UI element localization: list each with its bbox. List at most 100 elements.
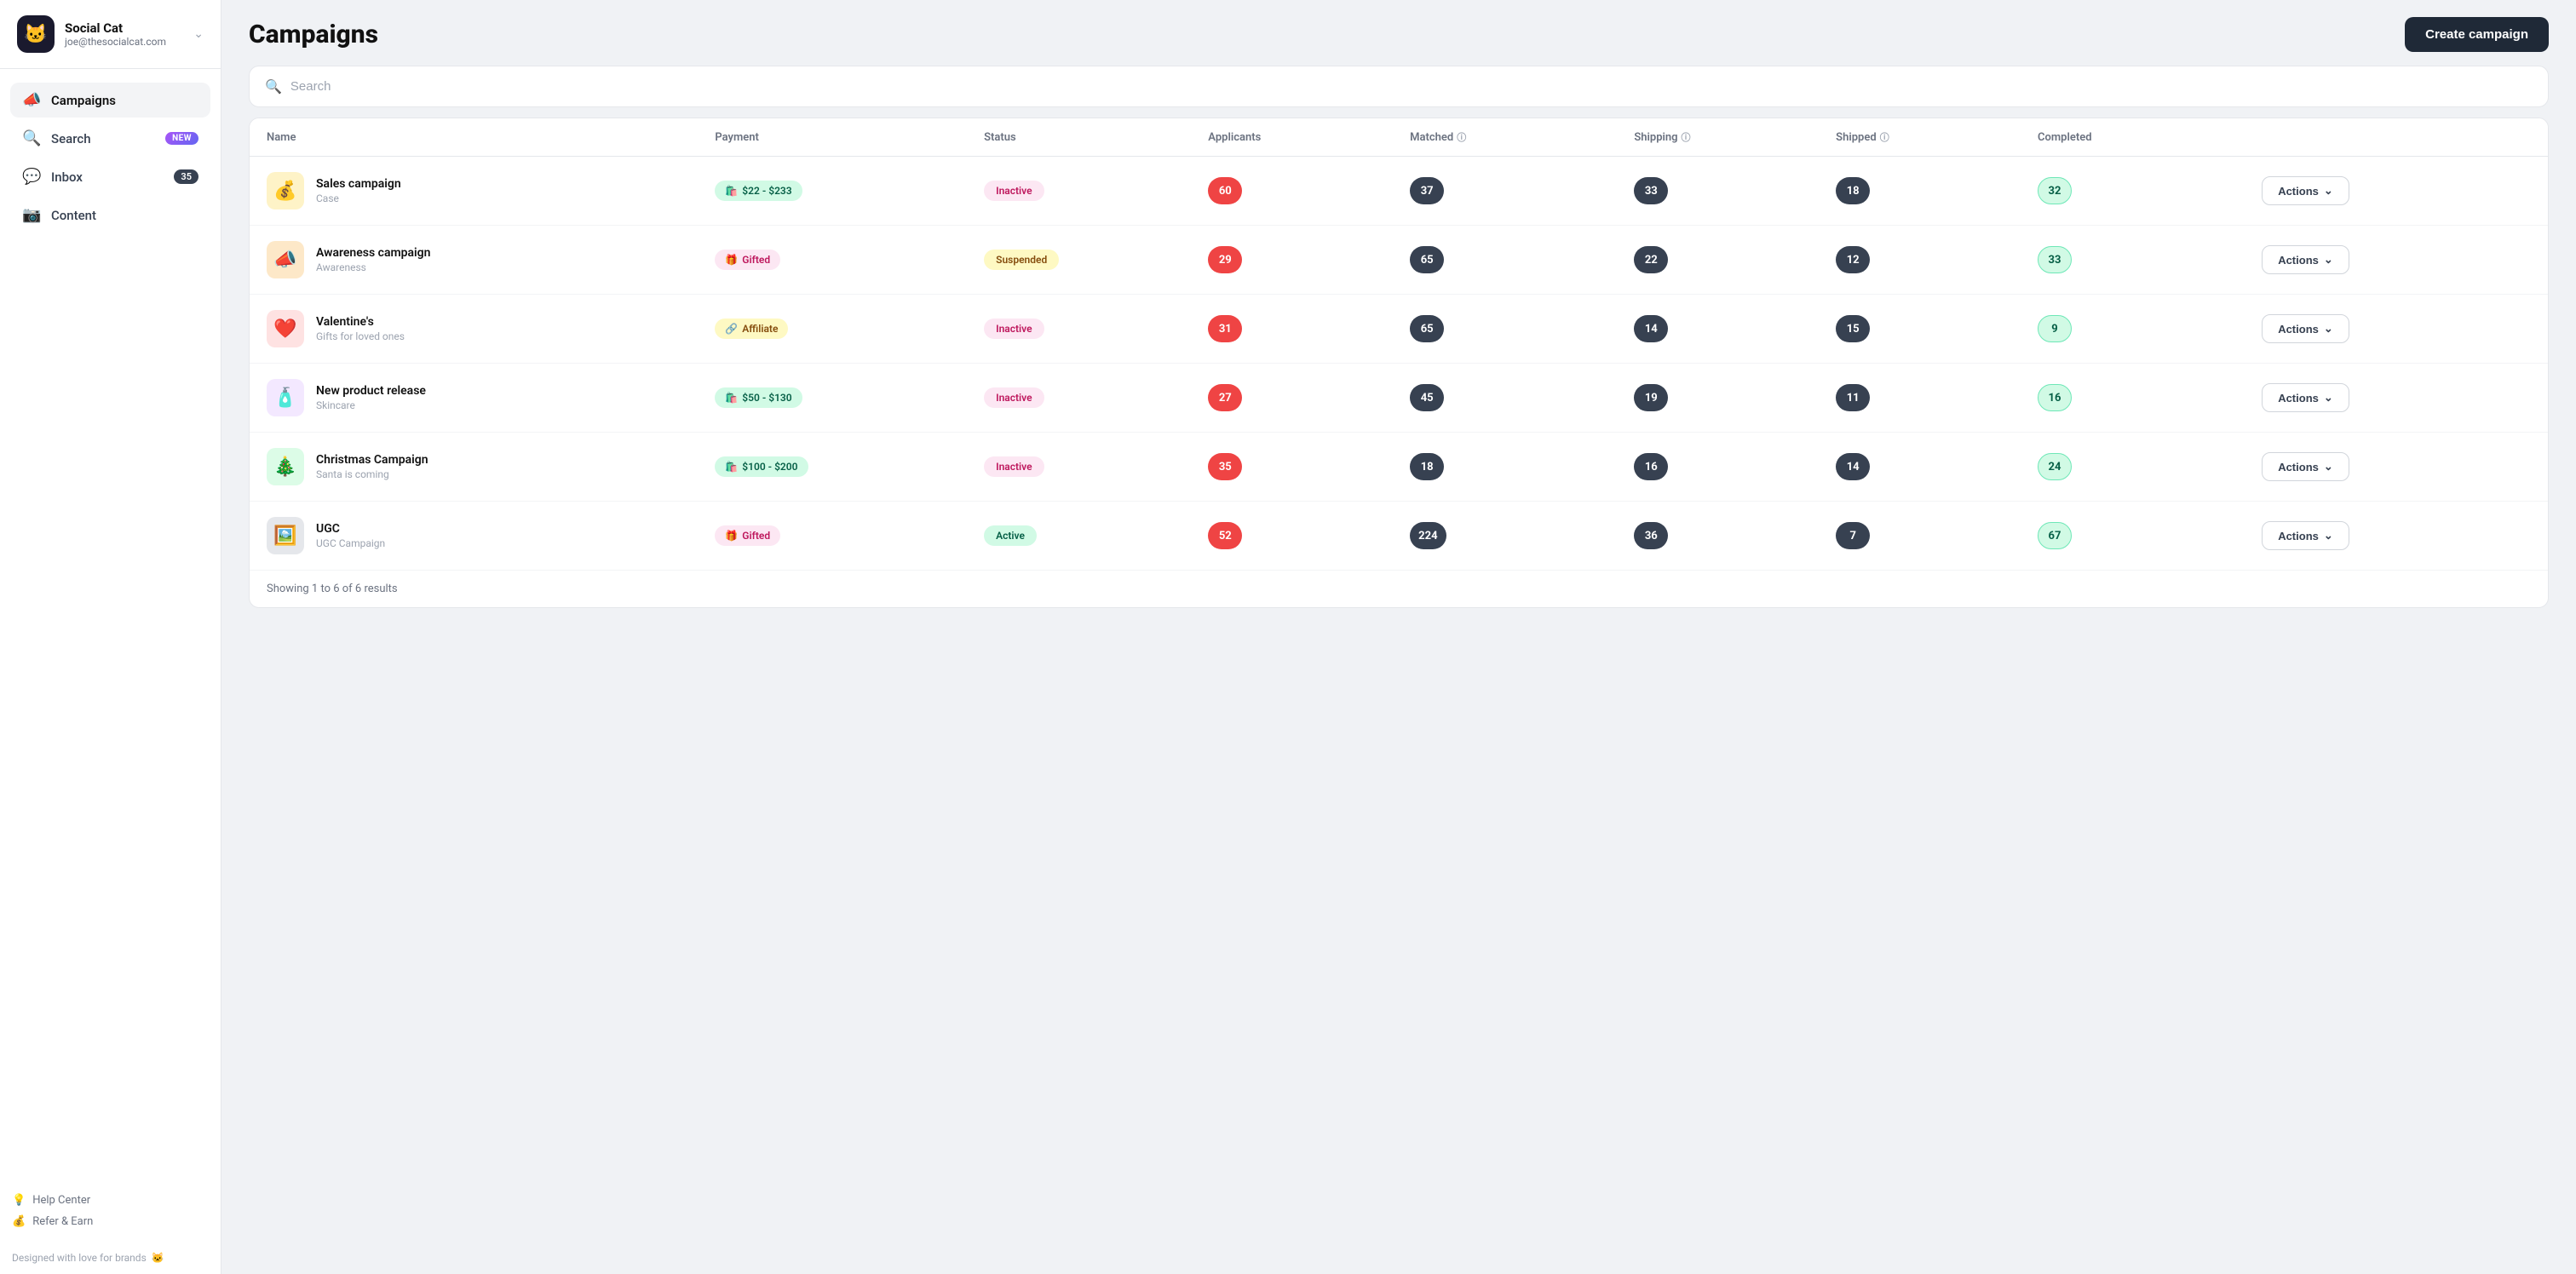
applicants-count: 31 [1208, 315, 1242, 342]
chevron-down-icon: ⌄ [2324, 253, 2333, 267]
matched-cell: 65 [1410, 246, 1634, 273]
table-footer: Showing 1 to 6 of 6 results [250, 570, 2548, 607]
table-row: 🖼️ UGC UGC Campaign 🎁 Gifted Active 52 2… [250, 502, 2548, 570]
status-badge: Suspended [984, 250, 1059, 270]
col-completed: Completed [2038, 130, 2262, 144]
actions-cell: Actions ⌄ [2262, 176, 2531, 205]
sidebar-item-content[interactable]: 📷 Content [10, 198, 210, 232]
actions-button[interactable]: Actions ⌄ [2262, 521, 2349, 550]
payment-icon: 🛍️ [725, 461, 738, 473]
chevron-down-icon: ⌄ [2324, 460, 2333, 473]
completed-count: 32 [2038, 177, 2072, 204]
actions-button[interactable]: Actions ⌄ [2262, 314, 2349, 343]
matched-count: 18 [1410, 453, 1444, 480]
payment-cell: 🎁 Gifted [715, 250, 984, 270]
shipping-cell: 14 [1634, 315, 1836, 342]
campaign-name-cell: 🧴 New product release Skincare [267, 379, 715, 416]
refer-earn-link[interactable]: 💰 Refer & Earn [12, 1215, 209, 1228]
campaign-name-cell: 📣 Awareness campaign Awareness [267, 241, 715, 278]
logo-icon: 🐱 [24, 24, 47, 45]
campaign-subtitle: Gifts for loved ones [316, 330, 405, 342]
shipped-count: 18 [1836, 177, 1870, 204]
table-row-inner: 📣 Awareness campaign Awareness 🎁 Gifted … [250, 226, 2548, 294]
matched-count: 65 [1410, 315, 1444, 342]
shipped-info-icon[interactable]: ⓘ [1880, 130, 1889, 144]
campaign-icon: ❤️ [267, 310, 304, 347]
actions-cell: Actions ⌄ [2262, 521, 2531, 550]
chevron-down-icon: ⌄ [2324, 322, 2333, 336]
payment-badge: 🎁 Gifted [715, 525, 780, 546]
status-cell: Inactive [984, 387, 1208, 408]
shipped-cell: 11 [1836, 384, 2038, 411]
payment-icon: 🎁 [725, 254, 738, 266]
actions-button[interactable]: Actions ⌄ [2262, 245, 2349, 274]
sidebar-item-inbox[interactable]: 💬 Inbox 35 [10, 159, 210, 194]
table-row-inner: ❤️ Valentine's Gifts for loved ones 🔗 Af… [250, 295, 2548, 363]
actions-cell: Actions ⌄ [2262, 245, 2531, 274]
completed-count: 9 [2038, 315, 2072, 342]
shipped-count: 12 [1836, 246, 1870, 273]
actions-label: Actions [2278, 530, 2319, 542]
shipping-info-icon[interactable]: ⓘ [1682, 130, 1691, 144]
sidebar-item-campaigns[interactable]: 📣 Campaigns [10, 83, 210, 118]
campaign-name-cell: ❤️ Valentine's Gifts for loved ones [267, 310, 715, 347]
shipped-count: 15 [1836, 315, 1870, 342]
payment-label: $100 - $200 [742, 461, 797, 473]
completed-count: 16 [2038, 384, 2072, 411]
shipped-cell: 12 [1836, 246, 2038, 273]
col-matched: Matched ⓘ [1410, 130, 1634, 144]
campaign-title: Sales campaign [316, 177, 401, 191]
create-campaign-button[interactable]: Create campaign [2405, 17, 2549, 52]
applicants-count: 52 [1208, 522, 1242, 549]
inbox-count-badge: 35 [174, 169, 198, 184]
actions-label: Actions [2278, 461, 2319, 473]
actions-button[interactable]: Actions ⌄ [2262, 383, 2349, 412]
shipping-cell: 19 [1634, 384, 1836, 411]
shipping-count: 33 [1634, 177, 1668, 204]
campaign-subtitle: Skincare [316, 399, 426, 411]
status-badge: Inactive [984, 456, 1044, 477]
actions-cell: Actions ⌄ [2262, 452, 2531, 481]
table-row: ❤️ Valentine's Gifts for loved ones 🔗 Af… [250, 295, 2548, 364]
shipped-count: 7 [1836, 522, 1870, 549]
sidebar-item-label: Inbox [51, 169, 164, 185]
table-header: Name Payment Status Applicants Matched ⓘ… [250, 118, 2548, 157]
refer-label: Refer & Earn [32, 1215, 93, 1228]
payment-label: Affiliate [742, 323, 778, 335]
matched-info-icon[interactable]: ⓘ [1457, 130, 1466, 144]
campaign-info: New product release Skincare [316, 384, 426, 411]
payment-icon: 🛍️ [725, 392, 738, 404]
col-shipping: Shipping ⓘ [1634, 130, 1836, 144]
matched-count: 45 [1410, 384, 1444, 411]
shipping-cell: 33 [1634, 177, 1836, 204]
campaign-info: Awareness campaign Awareness [316, 246, 430, 273]
payment-label: $50 - $130 [742, 392, 791, 404]
sidebar-item-label: Campaigns [51, 93, 198, 108]
campaign-icon: 🖼️ [267, 517, 304, 554]
help-label: Help Center [32, 1194, 90, 1207]
search-input[interactable] [290, 79, 2533, 94]
chevron-down-icon: ⌄ [2324, 391, 2333, 405]
payment-label: $22 - $233 [742, 185, 791, 197]
help-center-link[interactable]: 💡 Help Center [12, 1194, 209, 1207]
page-header: Campaigns Create campaign [221, 0, 2576, 66]
new-badge: NEW [165, 132, 198, 145]
actions-button[interactable]: Actions ⌄ [2262, 176, 2349, 205]
actions-label: Actions [2278, 185, 2319, 198]
applicants-cell: 52 [1208, 522, 1410, 549]
campaign-icon: 🧴 [267, 379, 304, 416]
actions-button[interactable]: Actions ⌄ [2262, 452, 2349, 481]
matched-count: 224 [1410, 522, 1446, 549]
payment-cell: 🛍️ $50 - $130 [715, 387, 984, 408]
sidebar-item-label: Search [51, 131, 155, 146]
col-payment: Payment [715, 130, 984, 144]
help-icon: 💡 [12, 1194, 26, 1207]
payment-cell: 🛍️ $22 - $233 [715, 181, 984, 201]
shipping-count: 36 [1634, 522, 1668, 549]
campaign-title: Christmas Campaign [316, 453, 428, 467]
chevron-down-icon[interactable]: ⌄ [193, 27, 204, 41]
sidebar-item-search[interactable]: 🔍 Search NEW [10, 121, 210, 156]
shipping-count: 22 [1634, 246, 1668, 273]
status-cell: Inactive [984, 318, 1208, 339]
sidebar-header[interactable]: 🐱 Social Cat joe@thesocialcat.com ⌄ [0, 0, 221, 69]
